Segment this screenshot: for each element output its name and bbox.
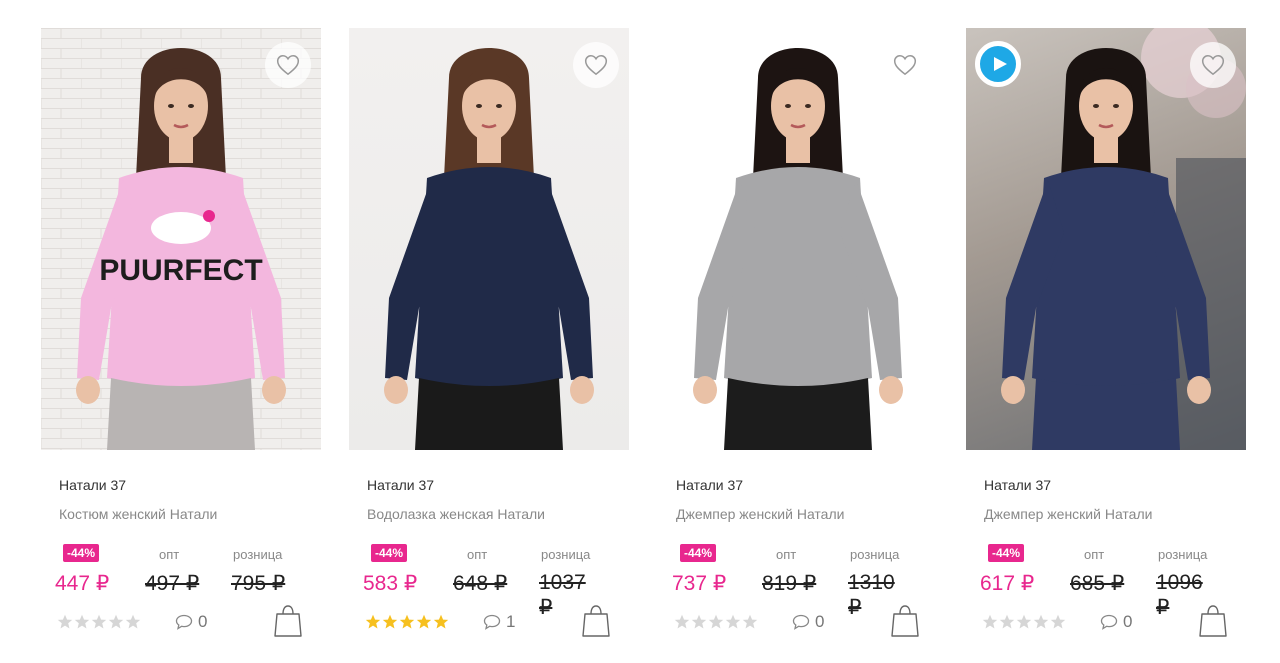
price-block: -44% опт розница 737 ₽ 819 ₽ 1310 ₽ [672, 543, 912, 619]
comments-count: 1 [506, 612, 516, 631]
rating-stars[interactable] [365, 614, 449, 630]
price-block: -44% опт розница 583 ₽ 648 ₽ 1037 ₽ [363, 543, 603, 619]
sale-price: 617 ₽ [980, 572, 1035, 595]
star-icon [74, 614, 90, 629]
navy-turtleneck-model-photo [384, 48, 594, 450]
play-icon [993, 57, 1007, 71]
retail-caption: розница [850, 547, 900, 562]
star-icon [1050, 614, 1066, 629]
product-title[interactable]: Джемпер женский Натали [984, 506, 1234, 522]
pink-tshirt-model-photo: PUURFECT [41, 28, 321, 450]
star-icon [57, 614, 73, 629]
comment-icon [175, 614, 193, 630]
star-icon [674, 614, 690, 629]
product-brand[interactable]: Натали 37 [984, 477, 1051, 493]
rating-stars[interactable] [982, 614, 1066, 630]
price-block: -44% опт розница 447 ₽ 497 ₽ 795 ₽ [55, 543, 295, 599]
svg-text:PUURFECT: PUURFECT [99, 254, 262, 287]
star-icon [1033, 614, 1049, 629]
opt-caption: опт [159, 547, 180, 562]
discount-badge: -44% [63, 544, 100, 562]
retail-price: 795 ₽ [231, 572, 286, 595]
product-brand[interactable]: Натали 37 [367, 477, 434, 493]
discount-badge: -44% [371, 544, 408, 562]
heart-icon [584, 55, 608, 76]
product-card-2[interactable]: Натали 37 Водолазка женская Натали -44% … [349, 28, 629, 648]
comment-icon [1100, 614, 1118, 630]
star-icon [108, 614, 124, 629]
star-icon [742, 614, 758, 629]
star-icon [1016, 614, 1032, 629]
star-icon [708, 614, 724, 629]
favorite-button[interactable] [573, 42, 619, 88]
star-icon [91, 614, 107, 629]
navy-knit-suit-model-photo [1001, 28, 1246, 450]
comments-count: 0 [815, 612, 825, 631]
comments-link[interactable]: 0 [792, 612, 824, 632]
heart-icon [276, 55, 300, 76]
star-icon [999, 614, 1015, 629]
product-title[interactable]: Джемпер женский Натали [676, 506, 926, 522]
opt-caption: опт [1084, 547, 1105, 562]
comments-count: 0 [1123, 612, 1133, 631]
opt-price: 497 ₽ [145, 572, 200, 595]
sale-price: 447 ₽ [55, 572, 110, 595]
retail-caption: розница [1158, 547, 1208, 562]
star-icon [982, 614, 998, 629]
favorite-button[interactable] [1190, 42, 1236, 88]
grey-jumper-model-photo [693, 48, 903, 450]
price-block: -44% опт розница 617 ₽ 685 ₽ 1096 ₽ [980, 543, 1220, 619]
product-brand[interactable]: Натали 37 [676, 477, 743, 493]
star-icon [399, 614, 415, 629]
star-icon [691, 614, 707, 629]
star-icon [725, 614, 741, 629]
retail-caption: розница [233, 547, 283, 562]
discount-badge: -44% [680, 544, 717, 562]
product-card-3[interactable]: Натали 37 Джемпер женский Натали -44% оп… [658, 28, 938, 648]
rating-stars[interactable] [674, 614, 758, 630]
sale-price: 737 ₽ [672, 572, 727, 595]
product-photo[interactable] [349, 28, 629, 450]
star-icon [416, 614, 432, 629]
add-to-cart-icon[interactable] [581, 604, 611, 638]
comments-count: 0 [198, 612, 208, 631]
comment-icon [483, 614, 501, 630]
comments-link[interactable]: 1 [483, 612, 515, 632]
opt-price: 685 ₽ [1070, 572, 1125, 595]
retail-caption: розница [541, 547, 591, 562]
opt-price: 819 ₽ [762, 572, 817, 595]
product-card-1[interactable]: PUURFECT Натали 37 Костюм женский Натали… [41, 28, 321, 648]
comments-link[interactable]: 0 [175, 612, 207, 632]
add-to-cart-icon[interactable] [1198, 604, 1228, 638]
play-video-button[interactable] [975, 41, 1021, 87]
heart-icon [893, 55, 917, 76]
opt-caption: опт [467, 547, 488, 562]
discount-badge: -44% [988, 544, 1025, 562]
star-icon [365, 614, 381, 629]
favorite-button[interactable] [882, 42, 928, 88]
product-photo[interactable]: PUURFECT [41, 28, 321, 450]
comment-icon [792, 614, 810, 630]
opt-caption: опт [776, 547, 797, 562]
product-title[interactable]: Костюм женский Натали [59, 506, 309, 522]
opt-price: 648 ₽ [453, 572, 508, 595]
product-photo[interactable] [966, 28, 1246, 450]
product-brand[interactable]: Натали 37 [59, 477, 126, 493]
star-icon [382, 614, 398, 629]
product-card-4[interactable]: Натали 37 Джемпер женский Натали -44% оп… [966, 28, 1246, 648]
product-grid: PUURFECT Натали 37 Костюм женский Натали… [0, 0, 1280, 663]
add-to-cart-icon[interactable] [273, 604, 303, 638]
comments-link[interactable]: 0 [1100, 612, 1132, 632]
product-photo[interactable] [658, 28, 938, 450]
rating-stars[interactable] [57, 614, 141, 630]
product-title[interactable]: Водолазка женская Натали [367, 506, 617, 522]
heart-icon [1201, 55, 1225, 76]
favorite-button[interactable] [265, 42, 311, 88]
sale-price: 583 ₽ [363, 572, 418, 595]
star-icon [125, 614, 141, 629]
add-to-cart-icon[interactable] [890, 604, 920, 638]
star-icon [433, 614, 449, 629]
